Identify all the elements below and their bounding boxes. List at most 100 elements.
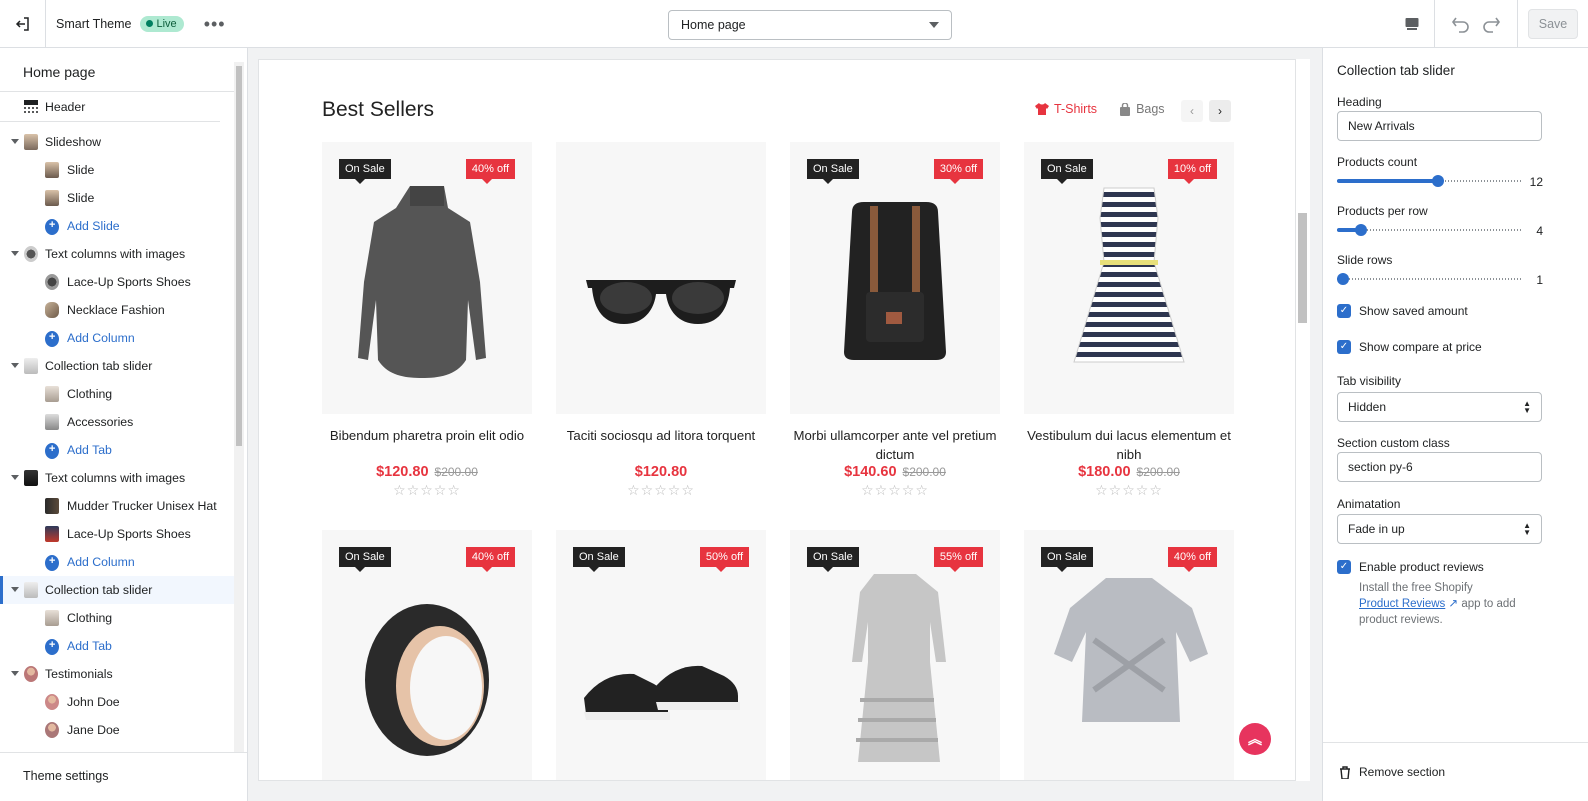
- sidebar-item-text-columns[interactable]: Text columns with images: [0, 240, 235, 268]
- product-card[interactable]: On Sale 40% off: [1024, 530, 1234, 780]
- show-saved-checkbox[interactable]: ✓ Show saved amount: [1337, 304, 1468, 318]
- add-column-button[interactable]: + Add Column: [0, 324, 235, 352]
- tab-visibility-select[interactable]: Hidden ▲ ▼: [1337, 392, 1542, 422]
- double-chevron-up-icon: ︽: [1248, 731, 1262, 747]
- theme-settings-link[interactable]: Theme settings: [0, 752, 247, 801]
- product-image[interactable]: On Sale 30% off: [790, 142, 1000, 414]
- slider-nav: ‹ ›: [1181, 100, 1231, 122]
- product-card[interactable]: On Sale 10% off Vestibulum dui lacus ele…: [1024, 142, 1234, 499]
- add-tab-button[interactable]: + Add Tab: [0, 436, 235, 464]
- sidebar-item-testimonial[interactable]: John Doe: [0, 688, 235, 716]
- checkbox-label: Show saved amount: [1359, 304, 1468, 318]
- product-image[interactable]: On Sale 10% off: [1024, 142, 1234, 414]
- sidebar-item-collection-tab-slider[interactable]: Collection tab slider: [0, 352, 235, 380]
- product-name[interactable]: Vestibulum dui lacus elementum et nibh: [1024, 426, 1234, 464]
- sidebar-item-testimonials[interactable]: Testimonials: [0, 660, 235, 688]
- product-image[interactable]: On Sale 55% off: [790, 530, 1000, 780]
- sidebar-item-slide[interactable]: Slide: [0, 184, 235, 212]
- slider-handle[interactable]: [1337, 273, 1349, 285]
- tab-bags[interactable]: Bags: [1119, 102, 1165, 116]
- product-image[interactable]: On Sale 40% off: [322, 142, 532, 414]
- product-image[interactable]: On Sale 50% off: [556, 530, 766, 780]
- slide-rows-slider[interactable]: [1337, 273, 1521, 285]
- page-select[interactable]: Home page: [668, 10, 952, 40]
- preview-scrollbar[interactable]: [1296, 59, 1310, 781]
- add-slide-button[interactable]: + Add Slide: [0, 212, 235, 240]
- sidebar-item-column[interactable]: Lace-Up Sports Shoes: [0, 268, 235, 296]
- chevron-down-icon[interactable]: [11, 139, 19, 144]
- sidebar-item-text-columns[interactable]: Text columns with images: [0, 464, 235, 492]
- sidebar-item-label: Text columns with images: [45, 247, 186, 261]
- sections-panel: Home page Header Slideshow Slide Slide +…: [0, 48, 248, 801]
- sidebar-item-header[interactable]: Header: [0, 92, 220, 122]
- on-sale-badge: On Sale: [1041, 159, 1093, 184]
- add-column-button[interactable]: + Add Column: [0, 548, 235, 576]
- slider-handle[interactable]: [1355, 224, 1367, 236]
- product-image[interactable]: On Sale 40% off: [322, 530, 532, 780]
- sidebar-item-column[interactable]: Necklace Fashion: [0, 296, 235, 324]
- undo-icon[interactable]: [1451, 15, 1471, 33]
- sidebar-item-testimonial[interactable]: Jane Doe: [0, 716, 235, 744]
- sections-scrollbar[interactable]: [234, 62, 244, 752]
- theme-editor: Smart Theme Live ••• Home page Save Home…: [0, 0, 1588, 801]
- product-card[interactable]: On Sale 40% off: [322, 530, 532, 780]
- chevron-down-icon[interactable]: [11, 671, 19, 676]
- add-tab-button[interactable]: + Add Tab: [0, 632, 235, 660]
- enable-reviews-checkbox[interactable]: ✓ Enable product reviews: [1337, 560, 1484, 574]
- sneakers-image: [584, 665, 740, 720]
- sidebar-item-slide[interactable]: Slide: [0, 156, 235, 184]
- product-card[interactable]: Taciti sociosqu ad litora torquent $120.…: [556, 142, 766, 499]
- sidebar-item-slideshow[interactable]: Slideshow: [0, 128, 235, 156]
- sidebar-item-column[interactable]: Mudder Trucker Unisex Hat: [0, 492, 235, 520]
- exit-button[interactable]: [0, 0, 46, 48]
- sidebar-item-label: Text columns with images: [45, 471, 186, 485]
- save-button[interactable]: Save: [1528, 9, 1578, 39]
- more-actions-button[interactable]: •••: [204, 15, 226, 33]
- custom-class-input[interactable]: section py-6: [1337, 452, 1542, 482]
- desktop-icon: [1405, 18, 1418, 30]
- heading-input[interactable]: New Arrivals: [1337, 111, 1542, 141]
- sidebar-item-column[interactable]: Lace-Up Sports Shoes: [0, 520, 235, 548]
- product-name[interactable]: Taciti sociosqu ad litora torquent: [556, 426, 766, 464]
- sidebar-item-collection-tab-slider-selected[interactable]: Collection tab slider: [0, 576, 235, 604]
- remove-section-button[interactable]: Remove section: [1323, 742, 1588, 801]
- sidebar-item-tab[interactable]: Clothing: [0, 380, 235, 408]
- chevron-down-icon[interactable]: [11, 363, 19, 368]
- plaid-blouse-image: [1054, 578, 1208, 722]
- tab-tshirts[interactable]: T-Shirts: [1035, 102, 1097, 116]
- header-layout-icon: [24, 100, 38, 113]
- animation-select[interactable]: Fade in up ▲ ▼: [1337, 514, 1542, 544]
- settings-title: Collection tab slider: [1337, 63, 1455, 78]
- product-card[interactable]: On Sale 50% off: [556, 530, 766, 780]
- chevron-down-icon[interactable]: [11, 251, 19, 256]
- sidebar-item-tab[interactable]: Accessories: [0, 408, 235, 436]
- product-card[interactable]: On Sale 30% off Morbi ullamcorper ante v…: [790, 142, 1000, 499]
- chevron-down-icon[interactable]: [11, 475, 19, 480]
- clothing-thumb-icon: [45, 386, 59, 402]
- product-reviews-link[interactable]: Product Reviews: [1359, 598, 1445, 610]
- show-compare-checkbox[interactable]: ✓ Show compare at price: [1337, 340, 1482, 354]
- product-card[interactable]: On Sale 40% off Bibendum pharetra proin …: [322, 142, 532, 499]
- product-price: $140.60: [844, 464, 897, 480]
- on-sale-badge: On Sale: [807, 159, 859, 184]
- scrollbar-thumb[interactable]: [1298, 213, 1307, 323]
- sidebar-item-label: Slideshow: [45, 135, 102, 149]
- select-value: Fade in up: [1348, 522, 1405, 536]
- products-count-slider[interactable]: [1337, 175, 1521, 187]
- products-per-row-slider[interactable]: [1337, 224, 1521, 236]
- sidebar-item-tab[interactable]: Clothing: [0, 604, 235, 632]
- product-name[interactable]: Bibendum pharetra proin elit odio: [322, 426, 532, 464]
- product-image[interactable]: [556, 142, 766, 414]
- product-image[interactable]: On Sale 40% off: [1024, 530, 1234, 780]
- add-icon: +: [45, 443, 59, 459]
- product-name[interactable]: Morbi ullamcorper ante vel pretium dictu…: [790, 426, 1000, 464]
- next-button[interactable]: ›: [1209, 100, 1231, 122]
- scroll-to-top-button[interactable]: ︽: [1239, 723, 1271, 755]
- desktop-view-button[interactable]: [1389, 0, 1435, 48]
- slider-handle[interactable]: [1432, 175, 1444, 187]
- product-card[interactable]: On Sale 55% off: [790, 530, 1000, 780]
- chevron-down-icon[interactable]: [11, 587, 19, 592]
- scrollbar-thumb[interactable]: [236, 66, 242, 446]
- redo-icon[interactable]: [1481, 15, 1501, 33]
- prev-button[interactable]: ‹: [1181, 100, 1203, 122]
